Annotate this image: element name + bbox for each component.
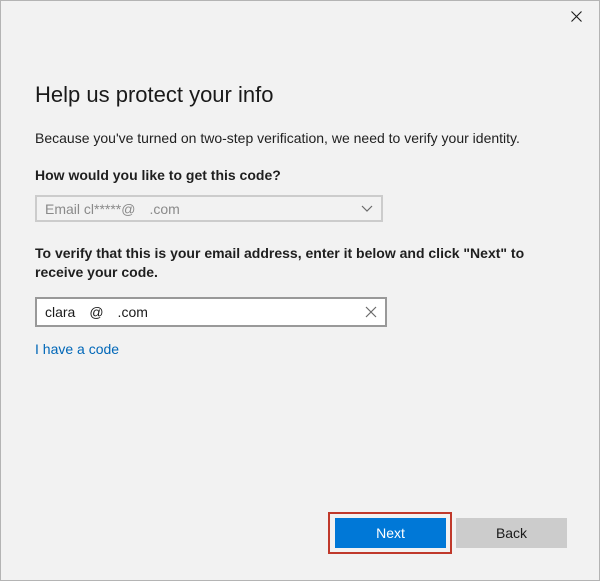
next-button[interactable]: Next bbox=[335, 518, 446, 548]
verify-instructions: To verify that this is your email addres… bbox=[35, 245, 525, 280]
verification-method-select[interactable]: Email cl*****@ .com bbox=[35, 195, 383, 222]
content-area: Help us protect your info Because you've… bbox=[35, 81, 575, 357]
dialog-window: Help us protect your info Because you've… bbox=[0, 0, 600, 581]
clear-x-icon[interactable] bbox=[365, 306, 377, 318]
method-question-label: How would you like to get this code? bbox=[35, 167, 281, 183]
chevron-down-icon bbox=[361, 205, 373, 212]
action-buttons: Next Back bbox=[328, 512, 567, 554]
email-input-value: clara @ .com bbox=[45, 304, 148, 320]
title-bar bbox=[1, 1, 599, 31]
email-input[interactable]: clara @ .com bbox=[35, 297, 387, 327]
close-icon bbox=[570, 10, 582, 22]
description-text: Because you've turned on two-step verifi… bbox=[35, 130, 520, 146]
select-value: Email cl*****@ .com bbox=[45, 200, 180, 217]
back-button[interactable]: Back bbox=[456, 518, 567, 548]
close-button[interactable] bbox=[553, 1, 599, 31]
page-title: Help us protect your info bbox=[35, 82, 274, 107]
have-code-link[interactable]: I have a code bbox=[35, 341, 119, 357]
